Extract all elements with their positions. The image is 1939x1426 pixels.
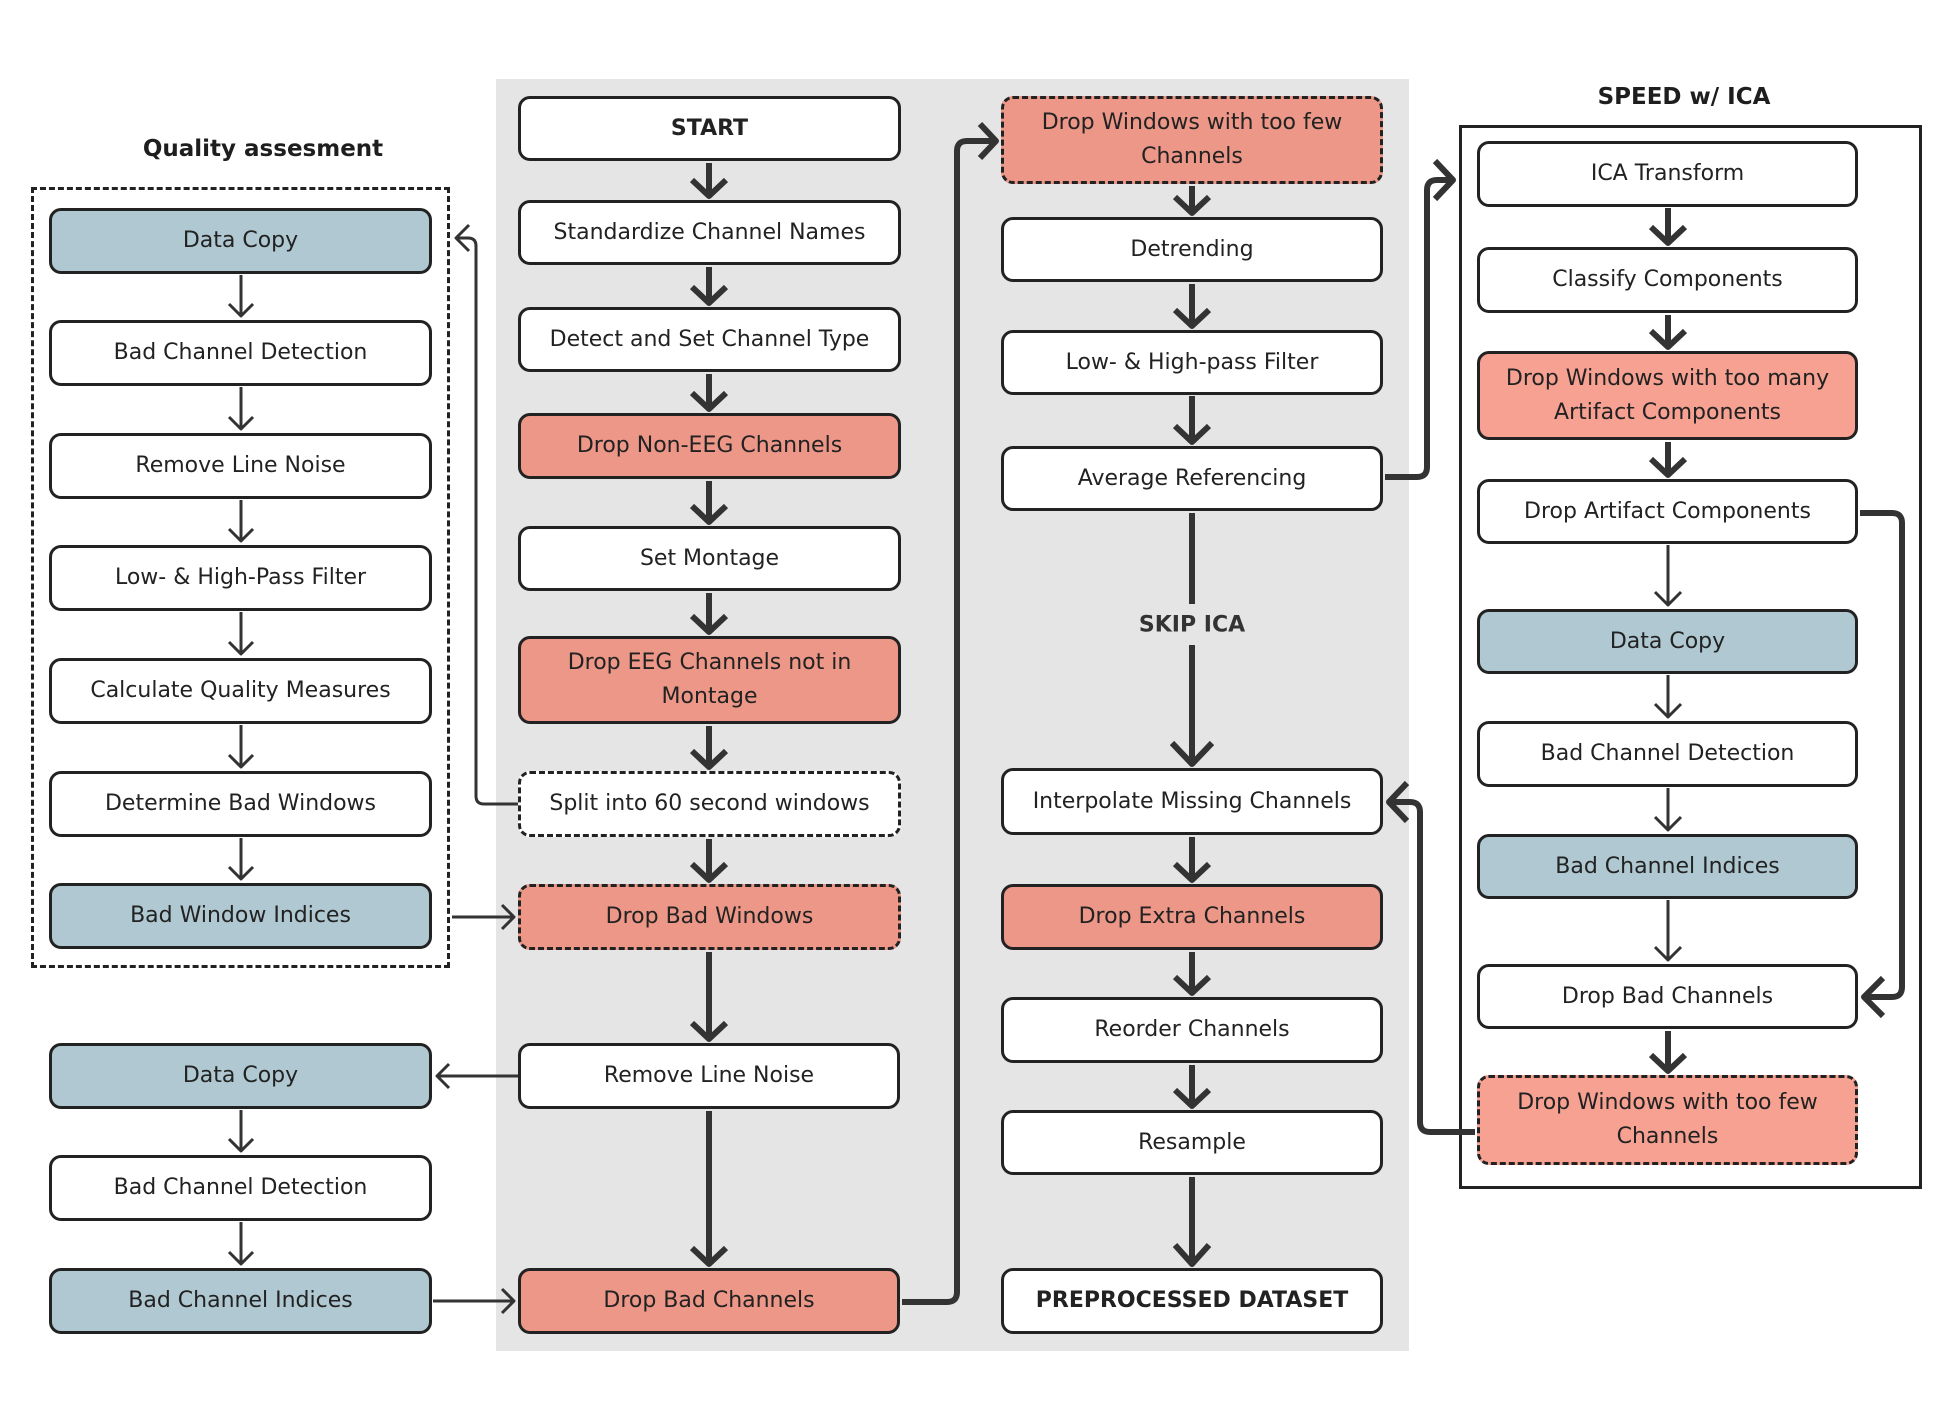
reorder-channels-node[interactable]: Reorder Channels (1001, 997, 1383, 1063)
quality-assessment-title: Quality assesment (142, 136, 384, 162)
node-label: Drop Bad Windows (605, 904, 814, 929)
drop-extra-channels-node[interactable]: Drop Extra Channels (1001, 884, 1383, 950)
qa-bad-channel-detection-node[interactable]: Bad Channel Detection (49, 320, 432, 386)
node-label: ICA Transform (1590, 161, 1745, 186)
interpolate-missing-node[interactable]: Interpolate Missing Channels (1001, 768, 1383, 835)
detrending-node[interactable]: Detrending (1001, 217, 1383, 282)
node-label: Low- & High-pass Filter (1065, 349, 1319, 375)
node-label: Bad Window Indices (130, 903, 351, 928)
node-label: Average Referencing (1077, 465, 1307, 491)
node-label: PREPROCESSED DATASET (1035, 1288, 1349, 1313)
node-label: Drop Windows with too many Artifact Comp… (1505, 365, 1830, 425)
ica-data-copy-node[interactable]: Data Copy (1477, 609, 1858, 674)
node-label: START (670, 115, 749, 141)
set-montage-node[interactable]: Set Montage (518, 526, 901, 591)
node-label: Remove Line Noise (603, 1063, 815, 1088)
side-data-copy-node[interactable]: Data Copy (49, 1043, 432, 1109)
drop-many-artifacts-node[interactable]: Drop Windows with too many Artifact Comp… (1477, 351, 1858, 440)
filter-node[interactable]: Low- & High-pass Filter (1001, 330, 1383, 395)
node-label: Drop Extra Channels (1078, 904, 1306, 929)
preprocessed-dataset-node[interactable]: PREPROCESSED DATASET (1001, 1268, 1383, 1334)
node-label: Bad Channel Detection (113, 1175, 368, 1200)
ica-drop-bad-channels-node[interactable]: Drop Bad Channels (1477, 964, 1858, 1029)
qa-filter-node[interactable]: Low- & High-Pass Filter (49, 545, 432, 611)
drop-not-in-montage-node[interactable]: Drop EEG Channels not in Montage (518, 636, 901, 724)
node-label: Low- & High-Pass Filter (114, 565, 367, 590)
node-label: Bad Channel Indices (1555, 853, 1780, 879)
node-label: Data Copy (1609, 628, 1726, 654)
node-label: Drop EEG Channels not in Montage (567, 650, 852, 709)
node-label: Data Copy (182, 1063, 299, 1088)
drop-non-eeg-node[interactable]: Drop Non-EEG Channels (518, 413, 901, 479)
side-bad-channel-indices-node[interactable]: Bad Channel Indices (49, 1268, 432, 1334)
ica-transform-node[interactable]: ICA Transform (1477, 141, 1858, 207)
node-label: Detrending (1130, 236, 1254, 262)
node-label: Drop Artifact Components (1524, 498, 1811, 524)
resample-node[interactable]: Resample (1001, 1110, 1383, 1175)
skip-ica-label: SKIP ICA (1136, 606, 1248, 644)
start-node[interactable]: START (518, 96, 901, 161)
node-label: Bad Channel Detection (1540, 741, 1795, 766)
node-label: Determine Bad Windows (104, 791, 377, 816)
node-label: Detect and Set Channel Type (549, 326, 870, 352)
ica-bad-channel-indices-node[interactable]: Bad Channel Indices (1477, 834, 1858, 899)
qa-calc-quality-node[interactable]: Calculate Quality Measures (49, 658, 432, 724)
qa-determine-bad-windows-node[interactable]: Determine Bad Windows (49, 771, 432, 837)
node-label: Bad Channel Indices (128, 1288, 353, 1313)
arrow-side-2 (227, 1222, 255, 1266)
node-label: Standardize Channel Names (553, 219, 866, 245)
node-label: Drop Bad Channels (1561, 983, 1774, 1009)
node-label: Bad Channel Detection (113, 340, 368, 365)
node-label: Resample (1138, 1129, 1246, 1155)
node-label: Data Copy (182, 228, 299, 253)
arrow-side-1 (227, 1110, 255, 1153)
standardize-names-node[interactable]: Standardize Channel Names (518, 200, 901, 265)
node-label: Calculate Quality Measures (90, 678, 391, 703)
node-label: Split into 60 second windows (549, 791, 870, 816)
classify-components-node[interactable]: Classify Components (1477, 247, 1858, 313)
node-label: Drop Bad Channels (603, 1288, 815, 1313)
node-label: Drop Windows with too few Channels (1041, 110, 1343, 169)
detect-channel-type-node[interactable]: Detect and Set Channel Type (518, 307, 901, 372)
drop-bad-channels-node[interactable]: Drop Bad Channels (518, 1268, 900, 1334)
qa-data-copy-node[interactable]: Data Copy (49, 208, 432, 274)
average-referencing-node[interactable]: Average Referencing (1001, 446, 1383, 511)
drop-few-channels-node[interactable]: Drop Windows with too few Channels (1001, 96, 1383, 184)
node-label: Classify Components (1552, 267, 1783, 292)
qa-bad-window-indices-node[interactable]: Bad Window Indices (49, 883, 432, 949)
node-label: Drop Non-EEG Channels (576, 433, 843, 458)
remove-line-noise-node[interactable]: Remove Line Noise (518, 1043, 900, 1109)
speed-ica-title: SPEED w/ ICA (1597, 84, 1771, 110)
drop-bad-windows-node[interactable]: Drop Bad Windows (518, 884, 901, 950)
node-label: Remove Line Noise (135, 453, 346, 478)
ica-drop-few-channels-node[interactable]: Drop Windows with too few Channels (1477, 1075, 1858, 1165)
split-windows-node[interactable]: Split into 60 second windows (518, 771, 901, 837)
ica-bad-channel-detection-node[interactable]: Bad Channel Detection (1477, 721, 1858, 787)
node-label: Drop Windows with too few Channels (1517, 1090, 1818, 1149)
side-bad-channel-detection-node[interactable]: Bad Channel Detection (49, 1155, 432, 1221)
node-label: Reorder Channels (1094, 1017, 1290, 1042)
drop-artifact-components-node[interactable]: Drop Artifact Components (1477, 479, 1858, 544)
node-label: Interpolate Missing Channels (1032, 788, 1352, 814)
node-label: Set Montage (639, 545, 780, 571)
qa-remove-line-noise-node[interactable]: Remove Line Noise (49, 433, 432, 499)
